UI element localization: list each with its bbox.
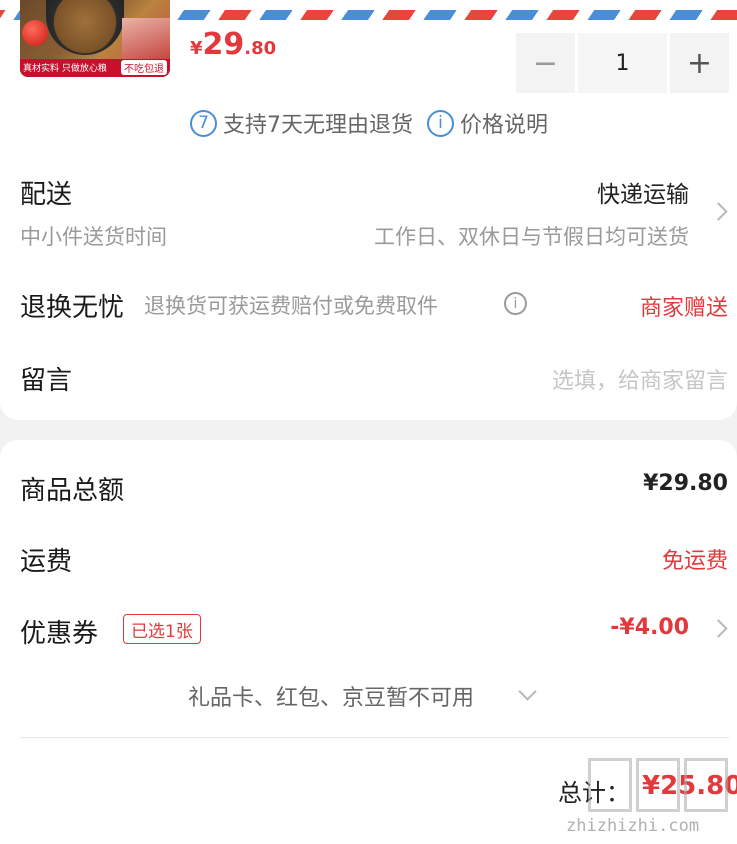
exchange-label: 退换无忧 xyxy=(20,293,125,323)
divider xyxy=(20,737,729,738)
product-image-slogan: 真材实料 只做放心粮 xyxy=(23,64,107,74)
exchange-info-icon[interactable]: i xyxy=(504,292,527,315)
unavailable-payment-text: 礼品卡、红包、京豆暂不可用 xyxy=(188,686,475,711)
seven-day-return-link[interactable]: 支持7天无理由退货 xyxy=(223,107,413,139)
decrease-quantity-button[interactable]: − xyxy=(516,33,575,93)
seven-day-return-icon: 7 xyxy=(190,109,217,137)
quantity-input[interactable]: 1 xyxy=(578,33,667,93)
coupon-selected-badge: 已选1张 xyxy=(123,614,201,644)
goods-total-label: 商品总额 xyxy=(20,476,125,506)
product-price: ¥29.80 xyxy=(190,27,276,62)
increase-quantity-button[interactable]: + xyxy=(670,33,729,93)
coupon-label: 优惠券 xyxy=(20,619,99,649)
shipping-label: 运费 xyxy=(20,547,73,577)
shipping-value: 免运费 xyxy=(661,549,728,574)
price-decimal: .80 xyxy=(244,38,277,59)
delivery-time-value: 工作日、双休日与节假日均可送货 xyxy=(374,225,689,249)
delivery-time-label: 中小件送货时间 xyxy=(20,225,167,249)
service-guarantees: 7 支持7天无理由退货 i 价格说明 xyxy=(190,107,548,139)
exchange-description: 退换货可获运费赔付或免费取件 xyxy=(144,294,438,318)
price-symbol: ¥ xyxy=(190,38,203,59)
product-thumbnail[interactable]: 真材实料 只做放心粮 不吃包退 xyxy=(20,0,170,77)
message-input[interactable]: 选填，给商家留言 xyxy=(552,363,728,395)
quantity-stepper: − 1 + xyxy=(516,33,729,93)
product-image-tag: 不吃包退 xyxy=(121,60,167,75)
delivery-label: 配送 xyxy=(20,180,73,210)
message-label: 留言 xyxy=(20,366,73,396)
exchange-value: 商家赠送 xyxy=(639,296,728,321)
price-explanation-link[interactable]: 价格说明 xyxy=(460,107,548,139)
watermark-url: zhizhizhi.com xyxy=(566,816,700,836)
info-icon: i xyxy=(427,109,454,137)
delivery-method: 快递运输 xyxy=(597,182,689,208)
goods-total-value: ¥29.80 xyxy=(643,471,728,496)
coupon-value: -¥4.00 xyxy=(610,615,689,640)
price-integer: 29 xyxy=(202,27,245,62)
